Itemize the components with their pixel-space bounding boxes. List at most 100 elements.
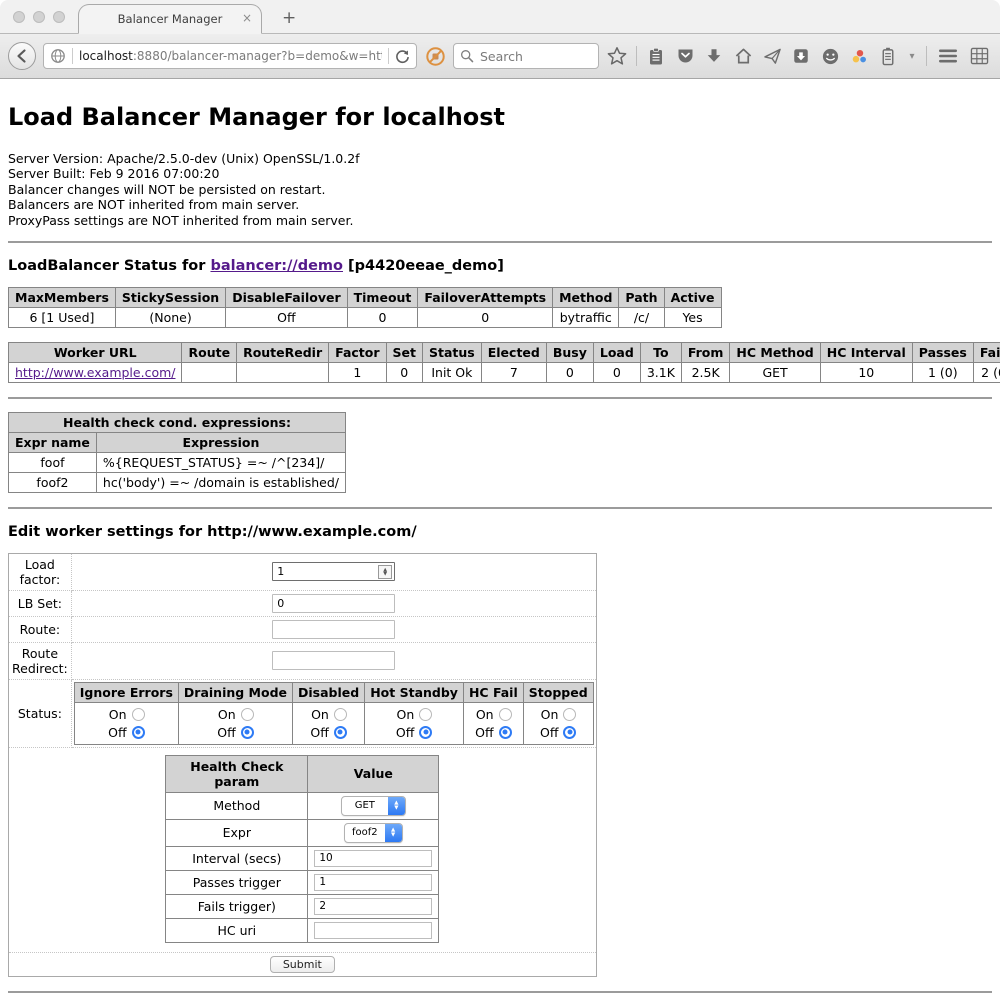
status-off-radio[interactable]	[499, 726, 512, 739]
worker-table-header: To	[640, 342, 681, 362]
worker-url-link[interactable]: http://www.example.com/	[15, 365, 175, 380]
worker-table-header: RouteRedir	[237, 342, 329, 362]
hc-expr-title: Health check cond. expressions:	[9, 412, 346, 432]
extension-dropdown-caret[interactable]: ▾	[906, 44, 918, 68]
status-on-radio[interactable]	[563, 708, 576, 721]
number-spinner-icon[interactable]: ▲▼	[378, 565, 392, 579]
worker-table-header: Load	[593, 342, 640, 362]
worker-table-header-row: Worker URLRouteRouteRedirFactorSetStatus…	[9, 342, 1000, 362]
minimize-window-button[interactable]	[33, 11, 45, 23]
load-factor-input[interactable]	[272, 562, 395, 581]
new-tab-button[interactable]: +	[274, 6, 304, 30]
status-off-radio[interactable]	[419, 726, 432, 739]
balancer-table-cell: 0	[347, 307, 418, 327]
health-row: Passes trigger	[166, 870, 439, 894]
method-select[interactable]: GET ▲▼	[341, 796, 406, 816]
worker-table-header: Worker URL	[9, 342, 182, 362]
worker-cell: Init Ok	[423, 362, 482, 382]
panel-grid-button[interactable]	[968, 44, 990, 68]
back-arrow-icon	[14, 48, 30, 64]
worker-cell: 2 (0)	[973, 362, 1000, 382]
on-label: On	[541, 707, 559, 722]
colored-dots-icon	[850, 47, 869, 66]
off-label: Off	[108, 725, 126, 740]
url-bar[interactable]: localhost:8880/balancer-manager?b=demo&w…	[43, 43, 417, 69]
route-input[interactable]	[272, 620, 395, 639]
bookmark-star-button[interactable]	[606, 44, 628, 68]
status-off-radio[interactable]	[334, 726, 347, 739]
divider	[8, 507, 992, 509]
balancer-table-header: MaxMembers	[9, 287, 116, 307]
hc-expr-expression: hc('body') =~ /domain is established/	[96, 472, 345, 492]
url-divider2	[388, 48, 389, 64]
balancer-link[interactable]: balancer://demo	[210, 258, 343, 274]
worker-cell: 10	[820, 362, 912, 382]
url-text[interactable]: localhost:8880/balancer-manager?b=demo&w…	[79, 49, 382, 63]
window-controls	[13, 11, 65, 23]
browser-tab[interactable]: Balancer Manager ×	[78, 4, 262, 34]
search-icon	[460, 49, 474, 63]
tab-close-icon[interactable]: ×	[242, 12, 252, 24]
reading-list-button[interactable]	[645, 44, 667, 68]
forum-button[interactable]	[819, 44, 841, 68]
balancer-table-header: Timeout	[347, 287, 418, 307]
health-header-row: Health Check param Value	[166, 755, 439, 792]
download-arrow-icon	[705, 47, 723, 65]
form-row: Route Redirect:	[9, 642, 597, 679]
balancer-status-table: MaxMembersStickySessionDisableFailoverTi…	[8, 287, 722, 328]
submit-button[interactable]: Submit	[270, 956, 335, 973]
off-label: Off	[475, 725, 493, 740]
status-off-radio[interactable]	[241, 726, 254, 739]
server-info-line: Server Version: Apache/2.5.0-dev (Unix) …	[8, 151, 992, 166]
status-off-radio[interactable]	[563, 726, 576, 739]
menu-button[interactable]	[935, 44, 961, 68]
status-column-header: Hot Standby	[365, 682, 464, 702]
hc-uri-input[interactable]	[314, 922, 432, 939]
interval-input[interactable]	[314, 850, 432, 867]
lb-set-input[interactable]	[272, 594, 395, 613]
balancer-status-heading: LoadBalancer Status for balancer://demo …	[8, 258, 992, 274]
server-info-line: Balancers are NOT inherited from main se…	[8, 197, 992, 212]
send-button[interactable]	[761, 44, 783, 68]
search-placeholder: Search	[480, 49, 523, 64]
home-button[interactable]	[732, 44, 754, 68]
search-input[interactable]: Search	[453, 43, 599, 69]
status-on-radio[interactable]	[241, 708, 254, 721]
status-on-radio[interactable]	[334, 708, 347, 721]
zoom-window-button[interactable]	[53, 11, 65, 23]
passes-input[interactable]	[314, 874, 432, 891]
expr-select[interactable]: foof2 ▲▼	[344, 823, 403, 843]
submit-row: Submit	[9, 952, 597, 976]
status-options-table: Ignore ErrorsDraining ModeDisabledHot St…	[74, 682, 594, 745]
route-redirect-input[interactable]	[272, 651, 395, 670]
on-label: On	[476, 707, 494, 722]
status-on-radio[interactable]	[419, 708, 432, 721]
downloads-button[interactable]	[703, 44, 725, 68]
star-icon	[607, 46, 627, 66]
reload-icon[interactable]	[395, 49, 410, 64]
back-button[interactable]	[8, 42, 36, 70]
expr-select-value: foof2	[345, 824, 385, 842]
pocket-button[interactable]	[674, 44, 696, 68]
balancer-table-cell: bytraffic	[553, 307, 619, 327]
adblock-glyph-icon	[425, 46, 446, 67]
adblock-icon[interactable]	[424, 44, 446, 68]
status-radio-cell: On Off	[365, 702, 464, 744]
health-check-table: Health Check param Value Method GET	[165, 755, 439, 943]
status-radio-cell: On Off	[463, 702, 523, 744]
health-check-row: Health Check param Value Method GET	[9, 747, 597, 952]
balancer-table-header: FailoverAttempts	[418, 287, 553, 307]
pocket-icon	[676, 47, 695, 65]
hc-expr-header: Expression	[96, 432, 345, 452]
browser-window: Balancer Manager × + localhost:8880/bala…	[0, 0, 1000, 79]
colored-dots-button[interactable]	[848, 44, 870, 68]
close-window-button[interactable]	[13, 11, 25, 23]
status-off-radio[interactable]	[132, 726, 145, 739]
status-on-radio[interactable]	[132, 708, 145, 721]
off-label: Off	[310, 725, 328, 740]
fails-input[interactable]	[314, 898, 432, 915]
save-to-device-button[interactable]	[790, 44, 812, 68]
status-on-radio[interactable]	[499, 708, 512, 721]
extension-button[interactable]	[877, 44, 899, 68]
page-title: Load Balancer Manager for localhost	[8, 103, 992, 131]
